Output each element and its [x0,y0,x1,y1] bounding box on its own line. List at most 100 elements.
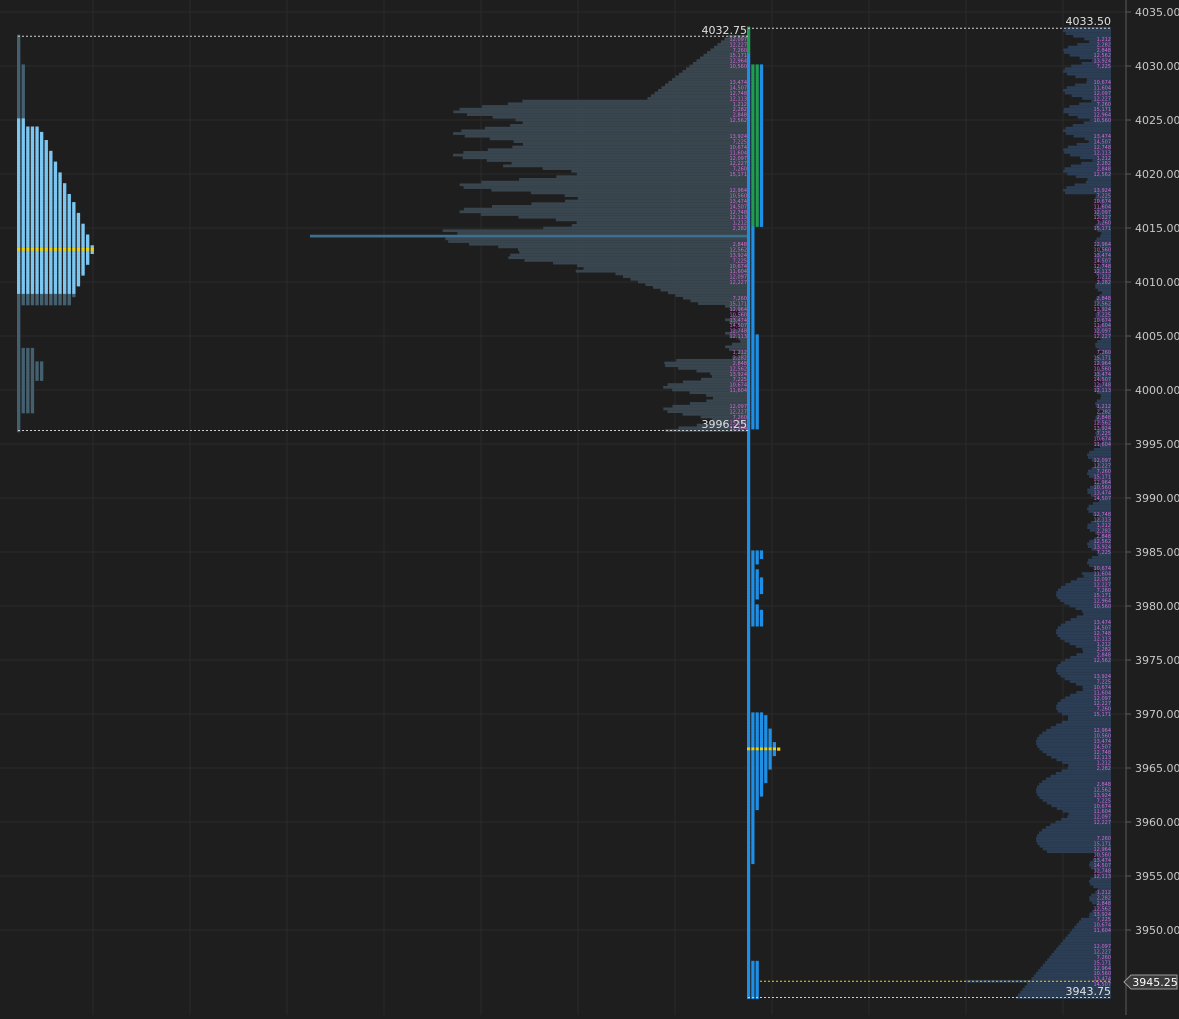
volume-bar [660,288,748,292]
volume-bar [564,194,748,197]
tpo-block [63,302,67,306]
volume-bar [463,151,748,154]
volume-bar [1096,237,1111,241]
price-tick-label: 3980.00 [1135,600,1179,613]
volume-bar [1095,345,1111,349]
volume-bar [1095,342,1111,346]
volume-bar [469,242,748,246]
tpo-block [49,302,53,306]
volume-bar [510,253,748,257]
volume-bar [462,156,748,160]
volume-bar [1038,831,1111,835]
price-tick-label: 3970.00 [1135,708,1179,721]
volume-label: 12,113 [1094,874,1112,880]
volume-bar [463,186,748,189]
volume-bar [531,202,748,206]
tpo-block [53,302,58,306]
volume-bar [487,148,748,152]
volume-bar [1041,828,1111,832]
volume-bar [1056,666,1111,670]
tpo-block [35,302,39,306]
volume-label: 15,171 [1094,226,1112,232]
volume-bar [517,248,748,251]
tpo-block [772,752,776,757]
market-profile-chart[interactable]: 1,212 12,097 2,282 12,227 2,848 7,260 12,562 15… [0,0,1179,1015]
tpo-block [751,623,755,627]
volume-bar [459,107,748,111]
volume-bar [577,196,748,200]
tpo-block [26,302,30,306]
volume-bar [1097,288,1111,292]
volume-bar [706,399,748,403]
volume-bar [1093,448,1111,451]
tpo-block [755,596,759,600]
volume-bar [503,164,748,168]
volume-bar [1055,772,1111,775]
profile-2-high-label: 4033.50 [1066,15,1112,28]
volume-bar [1095,286,1111,289]
volume-bar [556,175,748,179]
price-tick-label: 3985.00 [1135,546,1179,559]
volume-bar [1092,502,1111,505]
volume-bar [1092,556,1111,559]
volume-bar [461,129,748,133]
tpo-block [35,377,39,381]
tpo-block [777,747,781,751]
volume-label: 11,604 [1094,928,1112,934]
price-tick-label: 4020.00 [1135,168,1179,181]
volume-label: 12,113 [1094,388,1112,394]
volume-bar [706,394,748,397]
volume-bar [1085,180,1111,184]
price-tick-label: 4000.00 [1135,384,1179,397]
tpo-block [759,793,764,797]
volume-bar [463,207,748,211]
volume-label: 11,604 [730,388,748,394]
volume-label: 10,560 [730,64,748,70]
volume-bar [518,215,748,219]
profile-1-high-label: 4032.75 [702,24,748,37]
volume-bar [1065,32,1111,35]
volume-bar [489,137,748,141]
volume-bar [1075,75,1111,79]
tpo-block [759,555,764,559]
volume-bar [1067,934,1111,937]
volume-label: 7,225 [1097,64,1111,70]
volume-label: 12,562 [1094,658,1112,664]
price-tick-label: 3990.00 [1135,492,1179,505]
volume-bar [442,229,748,233]
volume-bar [571,169,748,173]
volume-bar [453,132,748,135]
volume-bar [522,142,748,146]
current-price-marker: 3945.25 [1123,974,1178,990]
volume-label: 12,227 [1094,820,1112,826]
volume-bar [1045,826,1111,829]
volume-label: 10,560 [1094,118,1112,124]
volume-bar [481,180,748,184]
volume-bar [522,121,748,125]
chart-canvas[interactable]: 1,21212,0972,28212,2272,8487,26012,56215… [0,0,1179,1015]
volume-bar [1067,718,1111,721]
price-tick-label: 4005.00 [1135,330,1179,343]
volume-bar [1050,774,1111,778]
price-tick-label: 3955.00 [1135,870,1179,883]
tpo-block [759,590,764,595]
price-tick-label: 3960.00 [1135,816,1179,829]
price-tick-label: 3950.00 [1135,924,1179,937]
tpo-block [755,623,759,627]
price-tick-label: 4025.00 [1135,114,1179,127]
volume-bar [515,118,748,122]
volume-bar [481,105,748,108]
volume-bar [508,256,748,260]
volume-bar [310,234,748,238]
volume-bar [571,223,748,227]
volume-bar [459,210,748,214]
price-tick-label: 4035.00 [1135,6,1179,19]
volume-bar [542,167,748,170]
volume-label: 12,227 [1094,334,1112,340]
volume-bar [466,113,748,116]
volume-label: 2,282 [1097,766,1111,772]
volume-label: 12,113 [730,334,748,340]
volume-bar [453,110,748,114]
volume-bar [1056,669,1111,673]
tpo-block [755,426,759,430]
